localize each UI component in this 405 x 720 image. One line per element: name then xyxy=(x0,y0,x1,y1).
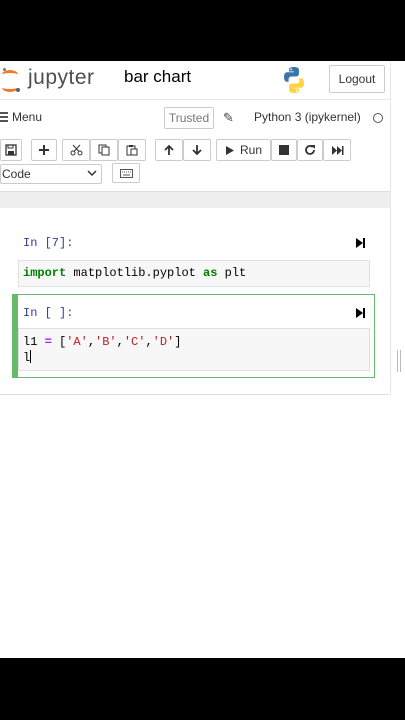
trusted-badge[interactable]: Trusted xyxy=(164,107,214,129)
restart-icon xyxy=(305,145,315,155)
cut-icon xyxy=(70,144,82,156)
code-string: 'D' xyxy=(152,335,175,349)
header: jupyter bar chart Logout xyxy=(0,61,390,100)
interrupt-button[interactable] xyxy=(271,139,297,161)
menubar: Menu Trusted ✎ Python 3 (ipykernel) xyxy=(0,105,390,133)
code-keyword: as xyxy=(203,266,218,280)
code-text: l xyxy=(23,351,31,365)
notebook-right-edge xyxy=(390,61,391,395)
stop-icon xyxy=(279,145,289,155)
pencil-icon[interactable]: ✎ xyxy=(223,110,234,126)
logo-orbit-top xyxy=(2,70,18,79)
code-operator: = xyxy=(44,335,52,349)
logout-button[interactable]: Logout xyxy=(329,65,385,93)
run-button[interactable]: Run xyxy=(216,139,271,161)
logo-moon-large xyxy=(16,88,20,92)
logo-moon-small xyxy=(3,68,6,71)
cell-prompt: In [ ]: xyxy=(23,306,74,320)
cell-prompt: In [7]: xyxy=(23,236,74,250)
code-text: [ xyxy=(51,335,67,349)
code-string: 'C' xyxy=(123,335,146,349)
chevron-down-icon xyxy=(87,170,97,177)
code-text: , xyxy=(116,335,124,349)
run-cell-icon[interactable] xyxy=(354,307,366,319)
cell-input-editor[interactable]: l1 = ['A','B','C','D'] l xyxy=(18,328,370,371)
run-icon xyxy=(225,145,234,155)
add-cell-icon xyxy=(39,145,49,155)
notebook-name[interactable]: bar chart xyxy=(124,67,191,87)
logo-text: jupyter xyxy=(28,66,95,89)
toolbar: Run Code xyxy=(0,137,390,193)
copy-button[interactable] xyxy=(90,139,118,161)
code-text: ] xyxy=(174,335,182,349)
run-cell-icon[interactable] xyxy=(354,237,366,249)
move-up-icon xyxy=(164,144,174,155)
code-keyword: import xyxy=(23,266,67,280)
move-down-button[interactable] xyxy=(183,139,211,161)
move-down-icon xyxy=(192,145,202,156)
paste-button[interactable] xyxy=(118,139,146,161)
text-cursor xyxy=(30,350,32,363)
save-icon xyxy=(5,144,17,156)
run-label: Run xyxy=(239,143,262,157)
kernel-idle-indicator-icon xyxy=(373,113,383,123)
notebook-top-margin xyxy=(0,192,390,208)
scrollbar-handle[interactable] xyxy=(397,350,401,372)
kernel-name[interactable]: Python 3 (ipykernel) xyxy=(254,110,361,124)
save-button[interactable] xyxy=(0,139,22,161)
fast-forward-icon xyxy=(331,145,343,155)
python-logo-icon xyxy=(284,67,304,93)
insert-cell-button[interactable] xyxy=(31,139,57,161)
code-line: l xyxy=(23,350,365,366)
code-string: 'A' xyxy=(66,335,88,349)
code-text: plt xyxy=(217,266,247,280)
paste-icon xyxy=(126,145,138,156)
cell-input[interactable]: import matplotlib.pyplot as plt xyxy=(18,260,370,287)
move-up-button[interactable] xyxy=(155,139,183,161)
code-text: matplotlib.pyplot xyxy=(66,266,204,280)
restart-button[interactable] xyxy=(297,139,323,161)
restart-run-all-button[interactable] xyxy=(323,139,351,161)
code-text: , xyxy=(145,335,153,349)
hamburger-icon xyxy=(0,110,8,124)
code-line: l1 = ['A','B','C','D'] xyxy=(23,334,365,350)
code-text: , xyxy=(87,335,96,349)
menu-toggle[interactable]: Menu xyxy=(0,110,42,124)
menu-label: Menu xyxy=(12,110,43,124)
code-string: 'B' xyxy=(95,335,117,349)
jupyter-logo[interactable]: jupyter xyxy=(0,66,110,94)
notebook-bottom-border xyxy=(0,394,390,395)
cell-type-value: Code xyxy=(2,167,31,181)
copy-icon xyxy=(98,144,110,156)
cell-type-select[interactable]: Code xyxy=(0,164,102,184)
jupyter-window: jupyter bar chart Logout Menu Trusted ✎ … xyxy=(0,61,405,658)
keyboard-icon xyxy=(119,168,133,178)
command-palette-button[interactable] xyxy=(112,163,140,183)
cut-button[interactable] xyxy=(62,139,90,161)
code-text: l1 xyxy=(23,335,45,349)
